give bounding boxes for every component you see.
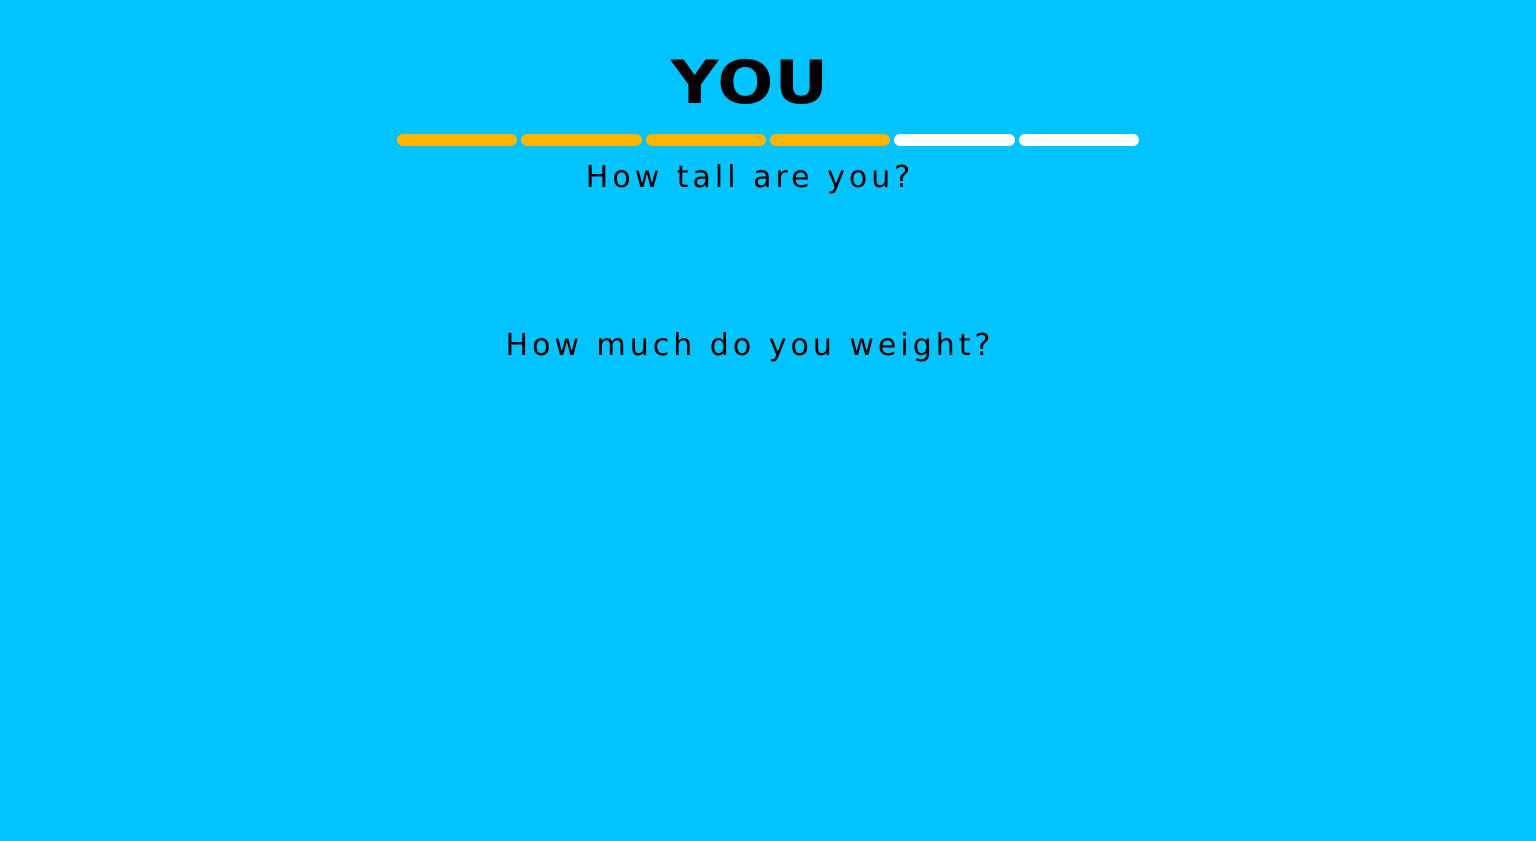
question-height-label: How tall are you? bbox=[585, 160, 915, 195]
progress-segment-6 bbox=[1018, 134, 1139, 146]
progress-segment-2 bbox=[521, 134, 642, 146]
progress-segment-5 bbox=[894, 134, 1015, 146]
question-weight-label: How much do you weight? bbox=[505, 328, 995, 363]
progress-segment-3 bbox=[645, 134, 766, 146]
step-progress-bar bbox=[397, 134, 1139, 146]
progress-segment-1 bbox=[397, 134, 518, 146]
page-title: YOU bbox=[670, 48, 830, 118]
progress-segment-4 bbox=[769, 134, 891, 146]
